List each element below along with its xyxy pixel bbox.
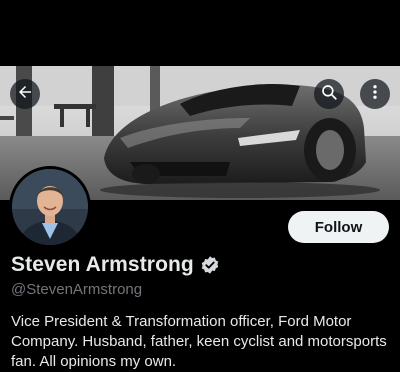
- verified-badge-icon: [200, 255, 220, 275]
- display-name: Steven Armstrong: [11, 253, 194, 276]
- back-button[interactable]: [10, 79, 40, 109]
- user-handle: @StevenArmstrong: [11, 281, 143, 298]
- top-bar: [0, 0, 400, 66]
- follow-button[interactable]: Follow: [288, 211, 389, 243]
- name-row: Steven Armstrong: [11, 252, 220, 278]
- search-button[interactable]: [314, 79, 344, 109]
- more-options-button[interactable]: [360, 79, 390, 109]
- arrow-left-icon: [16, 83, 34, 106]
- search-icon: [320, 83, 338, 106]
- avatar[interactable]: [9, 166, 91, 248]
- profile-bio: Vice President & Transformation officer,…: [11, 313, 387, 370]
- more-vertical-icon: [366, 83, 384, 106]
